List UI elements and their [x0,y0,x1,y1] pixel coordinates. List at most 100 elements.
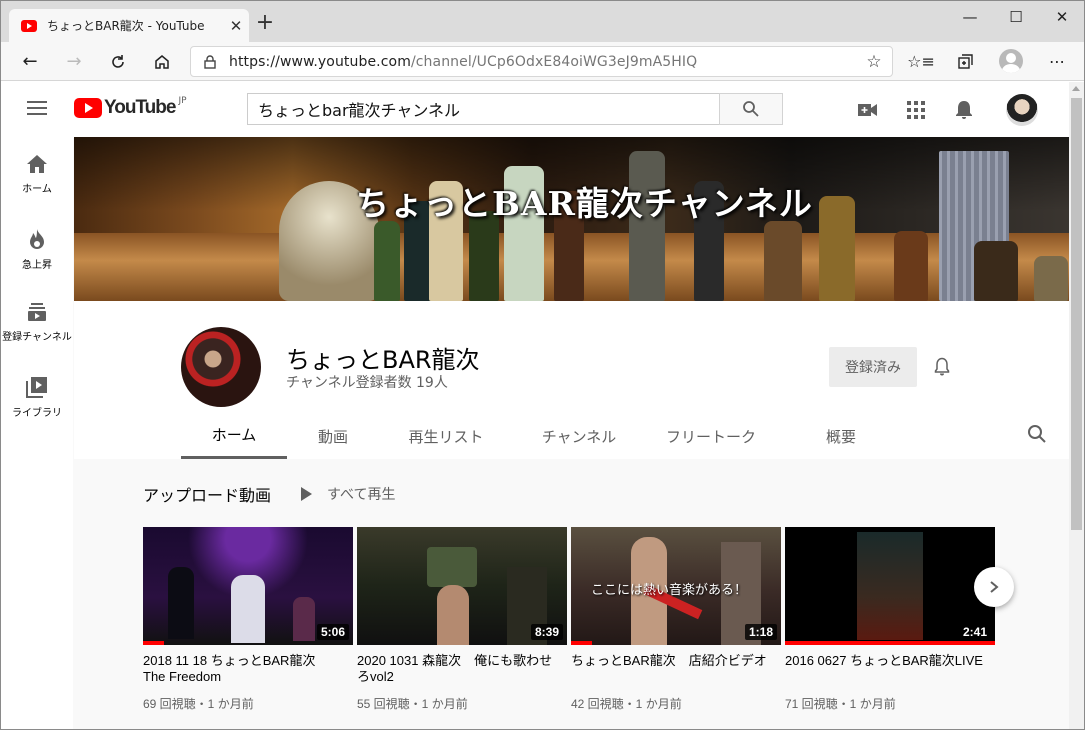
create-video-icon[interactable] [856,98,880,122]
performer-image [293,597,315,641]
video-thumbnail[interactable]: 5:06 [143,527,353,645]
stage-prop-image [427,547,477,587]
shelf-title: アップロード動画 [143,486,272,505]
video-thumbnail[interactable]: 8:39 [357,527,567,645]
video-title[interactable]: 2016 0627 ちょっとBAR龍次LIVE [785,653,990,685]
guide-label-trending: 急上昇 [22,260,52,271]
subscriber-count: チャンネル登録者数 19人 [286,375,448,391]
guide-sidebar: ホーム 急上昇 登録チャンネル ライブラリ [1,138,73,729]
scroll-up-arrow-icon[interactable] [1072,86,1080,91]
tab-channels[interactable]: チャンネル [513,413,645,459]
video-title[interactable]: 2020 1031 森龍次 俺にも歌わせろvol2 [357,653,562,685]
url-host: https://www.youtube.com [229,53,411,70]
browser-profile-icon[interactable] [999,49,1023,73]
guide-item-trending[interactable]: 急上昇 [1,212,73,286]
performer-image [168,567,194,639]
play-all-label: すべて再生 [327,487,396,503]
watch-progress [143,641,164,645]
channel-avatar[interactable] [181,327,261,407]
new-tab-icon[interactable]: + [253,11,277,35]
video-meta: 42 回視聴・1 か月前 [571,697,682,711]
menu-icon[interactable] [27,101,47,119]
banner-bottle-image [819,196,855,301]
back-icon[interactable]: ← [16,48,44,76]
video-meta: 69 回視聴・1 か月前 [143,697,254,711]
video-meta: 55 回視聴・1 か月前 [357,697,468,711]
video-title[interactable]: ちょっとBAR龍次 店紹介ビデオ [571,653,776,685]
youtube-page: YouTube JP ホーム [1,82,1069,729]
library-icon [26,377,47,398]
guide-item-subscriptions[interactable]: 登録チャンネル [1,286,73,360]
channel-header: ちょっとBAR龍次 チャンネル登録者数 19人 登録済み ホーム 動画 再生リス… [74,301,1069,459]
url-path: /channel/UCp6OdxE84oiWG3eJ9mA5HIQ [410,53,698,70]
fire-icon [30,229,44,249]
favorites-list-icon[interactable]: ☆≡ [907,48,935,76]
close-tab-icon[interactable]: ✕ [223,17,249,35]
browser-tab[interactable]: ちょっとBAR龍次 - YouTube ✕ [9,9,249,42]
reload-icon[interactable] [104,48,132,76]
guide-item-home[interactable]: ホーム [1,138,73,212]
tab-videos[interactable]: 動画 [287,413,379,459]
banner-bottle-image [974,241,1018,301]
tab-free-talk[interactable]: フリートーク [645,413,777,459]
channel-name: ちょっとBAR龍次 [286,346,480,374]
tab-playlists[interactable]: 再生リスト [379,413,513,459]
search-input[interactable] [247,93,719,125]
shelf-next-chevron-icon[interactable] [974,567,1014,607]
user-avatar[interactable] [1006,94,1038,126]
video-thumbnail[interactable]: 2:41 [785,527,995,645]
apps-grid-icon[interactable] [904,98,928,122]
guide-label-home: ホーム [22,184,52,195]
performer-image [437,585,469,645]
banner-bottle-image [629,151,665,301]
scroll-thumb[interactable] [1071,98,1082,530]
banner-title: ちょっとBAR龍次チャンネル [356,184,813,223]
channel-search-icon[interactable] [1027,424,1051,448]
url-text: https://www.youtube.com/channel/UCp6OdxE… [229,54,856,70]
subscribed-button[interactable]: 登録済み [829,347,917,387]
video-title[interactable]: 2018 11 18 ちょっとBAR龍次 The Freedom [143,653,348,685]
forward-icon[interactable]: → [60,48,88,76]
address-bar[interactable]: https://www.youtube.com/channel/UCp6OdxE… [190,46,893,77]
video-thumbnail[interactable]: ここには熱い音楽がある！ 1:18 [571,527,781,645]
guide-label-library: ライブラリ [12,408,62,419]
tab-home[interactable]: ホーム [181,413,287,459]
video-overlay-text: ここには熱い音楽がある！ [591,583,748,598]
search-box [247,93,783,125]
notifications-bell-icon[interactable] [952,98,976,122]
performer-image [231,575,265,643]
guide-item-library[interactable]: ライブラリ [1,360,73,434]
youtube-play-logo-icon [74,98,102,118]
search-button[interactable] [719,93,783,125]
channel-banner: ちょっとBAR龍次チャンネル [74,137,1069,301]
banner-bottle-image [374,221,400,301]
lock-icon[interactable] [191,54,229,69]
play-icon [301,487,312,501]
video-card[interactable]: 2:41 2016 0627 ちょっとBAR龍次LIVE 71 回視聴・1 か月… [785,527,995,712]
close-window-icon[interactable]: ✕ [1039,5,1084,29]
home-browser-icon[interactable] [148,48,176,76]
logo-region: JP [178,96,187,106]
collections-icon[interactable] [951,48,979,76]
video-duration: 2:41 [958,624,991,640]
play-all-button[interactable]: すべて再生 [301,484,395,504]
youtube-logo[interactable]: YouTube JP [74,96,187,118]
more-menu-icon[interactable]: ⋯ [1043,48,1071,76]
watch-progress [785,641,995,645]
favorite-star-icon[interactable]: ☆ [856,52,892,72]
masthead: YouTube JP [1,82,1069,138]
minimize-icon[interactable]: — [947,5,993,29]
video-card[interactable]: ここには熱い音楽がある！ 1:18 ちょっとBAR龍次 店紹介ビデオ 42 回視… [571,527,781,712]
tab-about[interactable]: 概要 [777,413,905,459]
video-card[interactable]: 8:39 2020 1031 森龍次 俺にも歌わせろvol2 55 回視聴・1 … [357,527,567,712]
performer-image [857,532,923,640]
logo-text: YouTube [104,97,176,118]
guide-label-subscriptions: 登録チャンネル [2,332,72,343]
video-duration: 1:18 [744,624,777,640]
subscriptions-icon [28,303,46,321]
banner-bottle-image [764,221,802,301]
video-card[interactable]: 5:06 2018 11 18 ちょっとBAR龍次 The Freedom 69… [143,527,353,712]
maximize-icon[interactable]: ☐ [993,5,1039,29]
page-scrollbar[interactable] [1069,82,1084,729]
channel-bell-icon[interactable] [930,354,954,378]
